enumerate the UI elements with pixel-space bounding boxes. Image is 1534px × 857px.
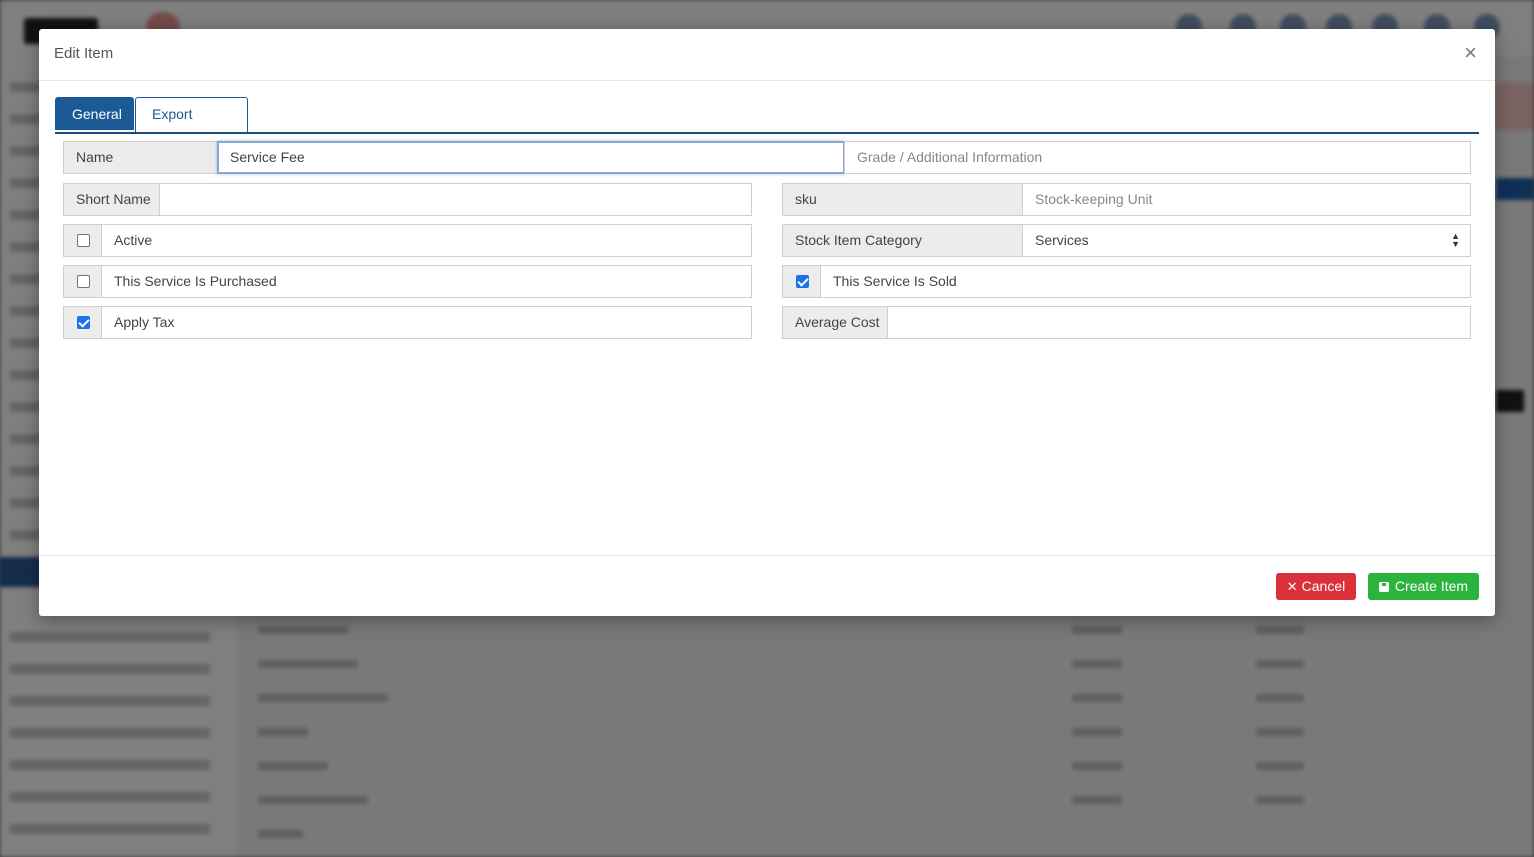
active-label: Active [101,224,752,257]
name-input[interactable]: Service Fee [217,141,845,174]
service-purchased-checkbox[interactable] [77,275,90,288]
cancel-button-label: Cancel [1301,578,1346,594]
apply-tax-checkbox-addon [63,306,102,339]
modal-header: Edit Item × [39,29,1495,81]
average-cost-input[interactable] [887,306,1471,339]
modal-title: Edit Item [54,45,114,62]
short-name-input[interactable] [159,183,752,216]
stock-item-category-value: Services [1035,232,1089,248]
active-field-group: Active [63,224,752,257]
stock-item-category-field-group: Stock Item Category Services ▲ ▼ [782,224,1471,257]
active-checkbox-addon [63,224,102,257]
grade-input[interactable]: Grade / Additional Information [844,141,1471,174]
select-caret-icon: ▲ ▼ [1451,231,1460,249]
service-sold-checkbox-addon [782,265,821,298]
times-icon: ✕ [1286,579,1298,594]
apply-tax-checkbox[interactable] [77,316,90,329]
stock-item-category-label: Stock Item Category [782,224,1023,257]
service-sold-label: This Service Is Sold [820,265,1471,298]
stock-item-category-select[interactable]: Services ▲ ▼ [1022,224,1471,257]
average-cost-field-group: Average Cost [782,306,1471,339]
sku-input[interactable]: Stock-keeping Unit [1022,183,1471,216]
service-sold-field-group: This Service Is Sold [782,265,1471,298]
service-sold-checkbox[interactable] [796,275,809,288]
create-item-button-label: Create Item [1394,578,1469,594]
close-icon[interactable]: × [1464,41,1477,65]
tab-bar: General Export Config [55,97,1479,155]
apply-tax-field-group: Apply Tax [63,306,752,339]
tab-general[interactable]: General [55,97,134,130]
service-purchased-field-group: This Service Is Purchased [63,265,752,298]
cancel-button[interactable]: ✕ Cancel [1276,573,1356,600]
service-purchased-checkbox-addon [63,265,102,298]
sku-label: sku [782,183,1023,216]
average-cost-label: Average Cost [782,306,888,339]
short-name-field-group: Short Name [63,183,752,216]
service-purchased-label: This Service Is Purchased [101,265,752,298]
edit-item-modal: Edit Item × General Export Config Name S… [39,29,1495,616]
sku-field-group: sku Stock-keeping Unit [782,183,1471,216]
save-icon [1378,582,1389,592]
create-item-button[interactable]: Create Item [1368,573,1479,600]
name-field-group: Name Service Fee Grade / Additional Info… [63,141,1471,174]
modal-footer: ✕ Cancel Create Item [39,555,1495,617]
short-name-label: Short Name [63,183,160,216]
active-checkbox[interactable] [77,234,90,247]
tab-export-config[interactable]: Export Config [135,97,248,155]
name-label: Name [63,141,218,174]
apply-tax-label: Apply Tax [101,306,752,339]
